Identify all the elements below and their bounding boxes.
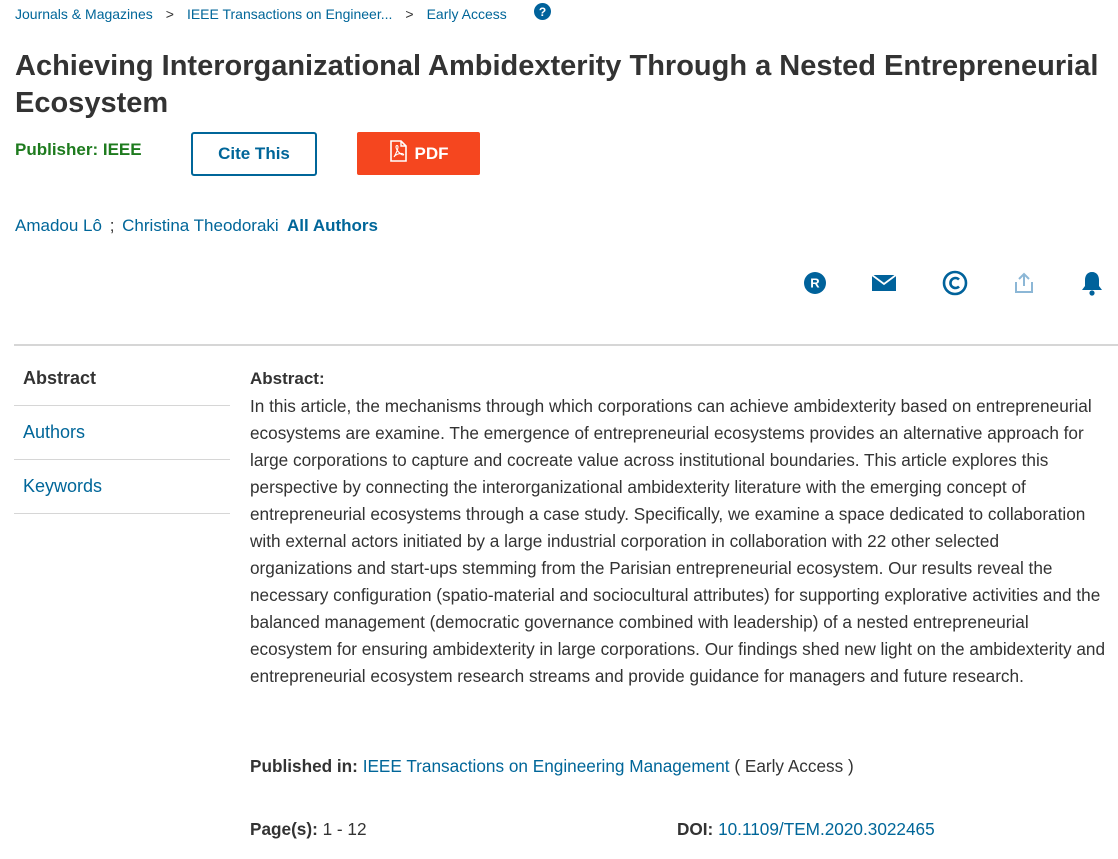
article-title: Achieving Interorganizational Ambidexter… xyxy=(15,50,1099,119)
breadcrumb: Journals & Magazines > IEEE Transactions… xyxy=(15,6,507,22)
all-authors-button[interactable]: All Authors xyxy=(287,216,378,236)
published-in-label: Published in: xyxy=(250,756,358,776)
share-icon[interactable] xyxy=(1011,270,1037,296)
doi: DOI: 10.1109/TEM.2020.3022465 xyxy=(677,819,935,840)
publication-status: ( Early Access ) xyxy=(734,756,854,776)
abstract-text: In this article, the mechanisms through … xyxy=(250,396,1106,686)
copyright-icon[interactable] xyxy=(942,270,968,296)
pages-label: Page(s): xyxy=(250,819,318,839)
pages-value: 1 - 12 xyxy=(322,819,367,839)
sidenav-item-authors[interactable]: Authors xyxy=(14,406,230,460)
abstract-heading: Abstract: xyxy=(250,369,325,388)
pdf-button[interactable]: PDF xyxy=(357,132,480,175)
help-icon[interactable]: ? xyxy=(534,3,551,20)
author-separator: ; xyxy=(109,216,115,235)
sidenav-item-abstract[interactable]: Abstract xyxy=(14,352,230,406)
author-link[interactable]: Amadou Lô xyxy=(15,216,102,235)
published-in: Published in: IEEE Transactions on Engin… xyxy=(250,756,854,777)
journal-link[interactable]: IEEE Transactions on Engineering Managem… xyxy=(363,756,730,776)
cite-this-button[interactable]: Cite This xyxy=(191,132,317,176)
section-divider xyxy=(14,344,1118,346)
svg-text:R: R xyxy=(810,276,820,291)
sidenav-item-keywords[interactable]: Keywords xyxy=(14,460,230,514)
breadcrumb-journal[interactable]: IEEE Transactions on Engineer... xyxy=(187,6,392,22)
cite-this-label: Cite This xyxy=(218,144,290,163)
email-icon[interactable] xyxy=(871,270,897,296)
publisher-label: Publisher: IEEE xyxy=(15,140,142,159)
pdf-file-icon xyxy=(389,140,407,167)
breadcrumb-separator: > xyxy=(165,6,174,22)
doi-label: DOI: xyxy=(677,819,714,839)
pdf-label: PDF xyxy=(414,143,449,163)
document-sidenav: Abstract Authors Keywords xyxy=(14,352,230,514)
breadcrumb-journals-magazines[interactable]: Journals & Magazines xyxy=(15,6,153,22)
breadcrumb-early-access[interactable]: Early Access xyxy=(427,6,507,22)
author-list: Amadou Lô ; Christina Theodoraki xyxy=(15,216,279,236)
rights-permissions-icon[interactable]: R xyxy=(802,270,828,296)
author-link[interactable]: Christina Theodoraki xyxy=(122,216,279,235)
doi-link[interactable]: 10.1109/TEM.2020.3022465 xyxy=(718,819,935,839)
alerts-bell-icon[interactable] xyxy=(1079,270,1105,296)
page-range: Page(s): 1 - 12 xyxy=(250,819,367,840)
breadcrumb-separator: > xyxy=(405,6,414,22)
